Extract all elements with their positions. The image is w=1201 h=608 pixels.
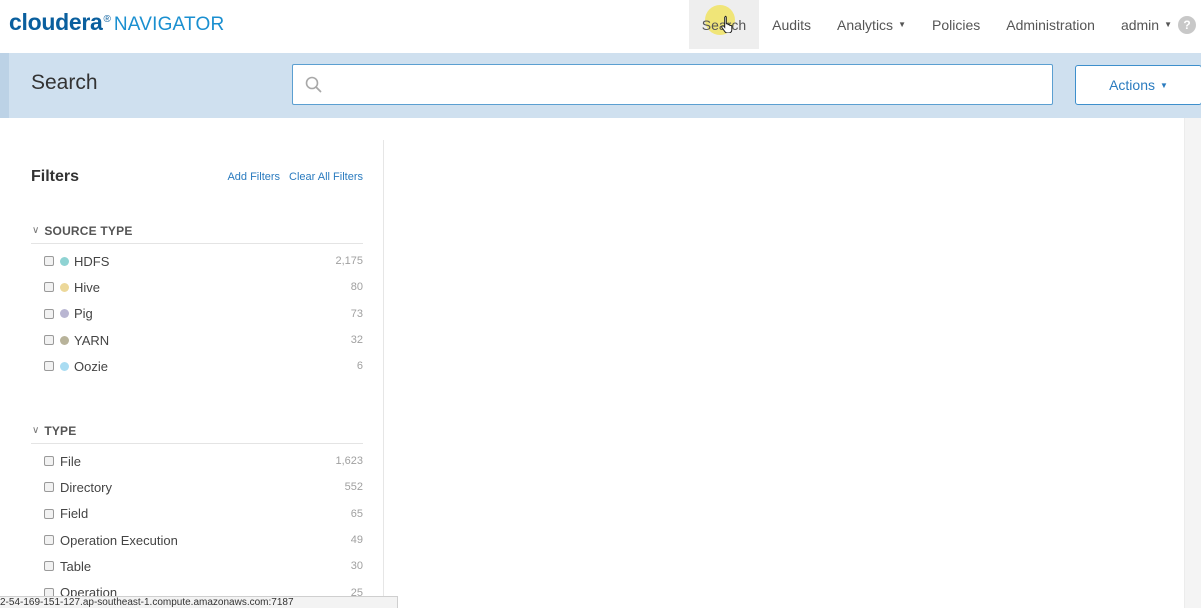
nav-audits-label: Audits bbox=[772, 16, 812, 33]
search-input[interactable] bbox=[322, 65, 1052, 104]
filter-option-count: 73 bbox=[350, 307, 363, 320]
filter-option-field[interactable]: Field 65 bbox=[31, 501, 363, 527]
filter-option-hive[interactable]: Hive 80 bbox=[31, 274, 363, 300]
filter-option-label: Table bbox=[60, 558, 92, 574]
chevron-down-icon: ∨ bbox=[32, 225, 40, 236]
checkbox[interactable] bbox=[44, 361, 54, 372]
filter-group-title: SOURCE TYPE bbox=[44, 223, 133, 238]
color-dot-icon bbox=[60, 256, 69, 266]
filter-option-count: 32 bbox=[350, 334, 363, 347]
nav-user-menu[interactable]: admin ▼ ? bbox=[1108, 0, 1201, 49]
filter-option-label: File bbox=[60, 453, 81, 469]
nav-policies[interactable]: Policies bbox=[919, 0, 993, 49]
page-scrollbar[interactable] bbox=[1184, 118, 1201, 608]
checkbox[interactable] bbox=[44, 456, 54, 467]
filters-links: Add Filters Clear All Filters bbox=[227, 171, 363, 183]
cloudera-navigator-logo[interactable]: cloudera ® NAVIGATOR bbox=[9, 9, 224, 39]
caret-down-icon: ▼ bbox=[898, 20, 906, 29]
search-header-band: Search Actions ▼ bbox=[0, 53, 1201, 118]
filter-option-directory[interactable]: Directory 552 bbox=[31, 474, 363, 500]
filter-option-count: 1,623 bbox=[335, 455, 363, 468]
filter-option-count: 80 bbox=[350, 281, 363, 294]
filter-option-label: Operation Execution bbox=[60, 532, 178, 548]
logo-product: NAVIGATOR bbox=[113, 14, 225, 35]
filter-option-oozie[interactable]: Oozie 6 bbox=[31, 353, 363, 379]
actions-label: Actions bbox=[1109, 77, 1155, 93]
nav-analytics-label: Analytics bbox=[837, 16, 894, 33]
checkbox[interactable] bbox=[44, 335, 54, 346]
filter-option-label: Directory bbox=[60, 479, 113, 495]
main-nav: Search Audits Analytics ▼ Policies Admin… bbox=[688, 0, 1201, 49]
checkbox[interactable] bbox=[44, 256, 54, 267]
filter-group-type: ∨ TYPE File 1,623 Directory 552 Field 65… bbox=[31, 423, 363, 606]
filter-option-label: HDFS bbox=[74, 253, 110, 269]
logo-brand: cloudera bbox=[9, 9, 103, 35]
checkbox[interactable] bbox=[44, 561, 54, 572]
actions-dropdown-button[interactable]: Actions ▼ bbox=[1075, 65, 1201, 105]
color-dot-icon bbox=[60, 309, 69, 319]
nav-analytics[interactable]: Analytics ▼ bbox=[824, 0, 919, 49]
search-icon bbox=[305, 76, 322, 93]
filter-option-hdfs[interactable]: HDFS 2,175 bbox=[31, 248, 363, 274]
filter-group-title: TYPE bbox=[44, 423, 77, 438]
filters-panel: Filters Add Filters Clear All Filters ∨ … bbox=[10, 140, 384, 608]
help-icon[interactable]: ? bbox=[1178, 15, 1196, 34]
filters-header: Filters Add Filters Clear All Filters bbox=[31, 168, 363, 186]
checkbox[interactable] bbox=[44, 308, 54, 319]
nav-administration[interactable]: Administration bbox=[993, 0, 1108, 49]
nav-policies-label: Policies bbox=[931, 16, 981, 33]
filter-option-table[interactable]: Table 30 bbox=[31, 553, 363, 579]
checkbox[interactable] bbox=[44, 482, 54, 493]
checkbox[interactable] bbox=[44, 535, 54, 546]
nav-user-label: admin bbox=[1120, 16, 1160, 33]
logo-registered-mark: ® bbox=[103, 14, 111, 25]
filter-option-count: 65 bbox=[350, 507, 363, 520]
filter-group-source-type: ∨ SOURCE TYPE HDFS 2,175 Hive 80 Pig 73 … bbox=[31, 223, 363, 379]
filter-option-count: 6 bbox=[356, 360, 363, 373]
filter-option-count: 30 bbox=[350, 560, 363, 573]
page-title: Search bbox=[31, 71, 98, 94]
hand-pointer-cursor-icon bbox=[721, 15, 733, 33]
filter-option-label: Oozie bbox=[74, 358, 108, 374]
nav-audits[interactable]: Audits bbox=[759, 0, 824, 49]
filter-option-pig[interactable]: Pig 73 bbox=[31, 301, 363, 327]
top-navbar: cloudera ® NAVIGATOR Search Audits Analy… bbox=[0, 0, 1201, 53]
filter-group-header[interactable]: ∨ TYPE bbox=[31, 423, 363, 444]
browser-status-url: 2-54-169-151-127.ap-southeast-1.compute.… bbox=[0, 596, 398, 608]
filter-option-count: 49 bbox=[350, 534, 363, 547]
filter-option-count: 2,175 bbox=[335, 255, 363, 268]
color-dot-icon bbox=[60, 282, 69, 292]
filter-option-label: Field bbox=[60, 506, 89, 522]
nav-search[interactable]: Search bbox=[688, 0, 760, 49]
chevron-down-icon: ∨ bbox=[32, 425, 40, 436]
filter-option-label: Hive bbox=[74, 279, 101, 295]
filter-option-yarn[interactable]: YARN 32 bbox=[31, 327, 363, 353]
add-filters-link[interactable]: Add Filters bbox=[227, 171, 280, 183]
color-dot-icon bbox=[60, 335, 69, 345]
caret-down-icon: ▼ bbox=[1164, 20, 1172, 29]
checkbox[interactable] bbox=[44, 282, 54, 293]
filter-option-file[interactable]: File 1,623 bbox=[31, 448, 363, 474]
checkbox[interactable] bbox=[44, 508, 54, 519]
filter-option-operation-execution[interactable]: Operation Execution 49 bbox=[31, 527, 363, 553]
filter-option-label: YARN bbox=[74, 332, 110, 348]
clear-all-filters-link[interactable]: Clear All Filters bbox=[289, 171, 363, 183]
nav-administration-label: Administration bbox=[1006, 16, 1095, 33]
filter-option-count: 552 bbox=[344, 481, 363, 494]
filter-group-header[interactable]: ∨ SOURCE TYPE bbox=[31, 223, 363, 244]
filters-title: Filters bbox=[31, 168, 80, 185]
caret-down-icon: ▼ bbox=[1160, 80, 1168, 90]
color-dot-icon bbox=[60, 361, 69, 371]
search-box[interactable] bbox=[292, 64, 1053, 105]
filter-option-label: Pig bbox=[74, 306, 93, 322]
